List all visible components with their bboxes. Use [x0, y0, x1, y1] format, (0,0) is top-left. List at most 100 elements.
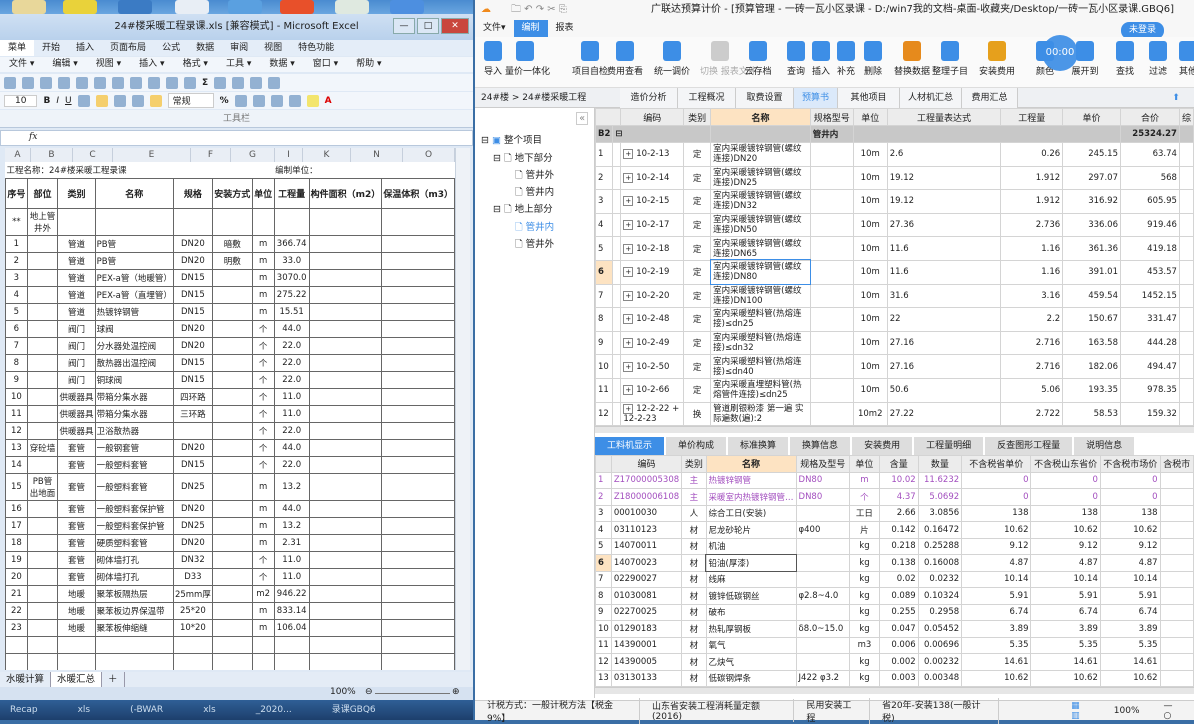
tree-item-whole-project[interactable]: ⊟ ▣ 整个项目	[481, 132, 542, 146]
header-cell[interactable]: 部位	[27, 178, 57, 208]
spec-cell[interactable]	[810, 260, 853, 284]
cell[interactable]: 3.89	[1031, 621, 1100, 638]
cell[interactable]	[309, 636, 382, 653]
cell[interactable]: 三环路	[173, 405, 212, 422]
unit-cell[interactable]: 10m	[853, 284, 887, 308]
tree-item-underground[interactable]: ⊟ 🗋 地下部分	[493, 150, 553, 167]
header-cell[interactable]: 合价	[1120, 109, 1179, 126]
cell[interactable]	[1160, 654, 1193, 671]
cell[interactable]: 材	[682, 522, 706, 539]
cell[interactable]: PB管	[95, 235, 173, 252]
cell[interactable]: 0.16472	[918, 522, 961, 539]
taskbar-item[interactable]: 录课GBQ6	[332, 700, 376, 720]
cell[interactable]: 14070023	[611, 555, 681, 572]
code-cell[interactable]: +10-2-13	[621, 143, 684, 167]
cell[interactable]	[274, 208, 309, 235]
cell[interactable]: 106.04	[274, 619, 309, 636]
type-cell[interactable]: 定	[684, 190, 711, 214]
cell[interactable]	[309, 568, 382, 585]
resource-row[interactable]: 1214390005材乙炔气kg0.0020.0023214.6114.6114…	[596, 654, 1194, 671]
type-cell[interactable]: 定	[684, 143, 711, 167]
type-cell[interactable]: 定	[684, 378, 711, 402]
name-cell[interactable]: 室内采暖塑料管(热熔连接)≤dn40	[711, 355, 811, 379]
cell[interactable]	[212, 636, 252, 653]
cell[interactable]	[382, 517, 455, 534]
header-cell[interactable]: 规格	[173, 178, 212, 208]
app-icon[interactable]	[280, 0, 314, 14]
cell[interactable]	[1160, 621, 1193, 638]
cell[interactable]	[1160, 505, 1193, 522]
cell[interactable]: 138	[1031, 505, 1100, 522]
align-left-icon[interactable]	[78, 95, 90, 107]
view-mode-icon[interactable]: ▦ ▥	[1059, 701, 1102, 721]
cell[interactable]	[309, 585, 382, 602]
cell[interactable]: 9.12	[1100, 538, 1160, 555]
cell[interactable]	[1160, 555, 1193, 572]
cell[interactable]: 0.002	[879, 654, 918, 671]
cell[interactable]: 11.0	[274, 405, 309, 422]
zoom-slider[interactable]	[375, 693, 450, 694]
cell[interactable]	[274, 653, 309, 670]
cell[interactable]: 946.22	[274, 585, 309, 602]
cell[interactable]	[796, 505, 849, 522]
compiler[interactable]: 编制单位：	[274, 162, 454, 178]
header-cell[interactable]: 工程量	[274, 178, 309, 208]
name-cell[interactable]: 室内采暖镀锌钢管(螺纹连接)DN25	[711, 166, 811, 190]
resource-row[interactable]: 614070023材铅油(厚漆)kg0.1380.160084.874.874.…	[596, 555, 1194, 572]
cell[interactable]: PB管出地面	[27, 473, 57, 500]
cell[interactable]	[309, 388, 382, 405]
name-cell[interactable]: 室内采暖镀锌钢管(螺纹连接)DN65	[711, 237, 811, 261]
cell[interactable]: 5.91	[1100, 588, 1160, 605]
cell[interactable]: 0	[1031, 489, 1100, 506]
toolbar-icon[interactable]	[22, 77, 34, 89]
cell[interactable]: 材	[682, 588, 706, 605]
tab[interactable]: 特色功能	[290, 40, 342, 56]
toolbar-icon[interactable]	[112, 77, 124, 89]
ribbon-button[interactable]: 统一调价	[652, 41, 692, 77]
ribbon-button[interactable]: 量价一体化	[505, 41, 545, 77]
cell[interactable]: PEX-a管（直埋管）	[95, 286, 173, 303]
cell[interactable]: 275.22	[274, 286, 309, 303]
cell[interactable]: 0	[1031, 472, 1100, 489]
resource-grid[interactable]: 编码类别名称规格及型号单位含量数量不含税省单价不含税山东省价不含税市场价含税市1…	[595, 455, 1194, 697]
cell[interactable]: 2.31	[274, 534, 309, 551]
cell[interactable]	[27, 235, 57, 252]
cell[interactable]	[212, 568, 252, 585]
cell[interactable]	[309, 269, 382, 286]
cell[interactable]: 地暖	[58, 619, 95, 636]
type-cell[interactable]: 定	[684, 213, 711, 237]
cell[interactable]	[382, 388, 455, 405]
type-cell[interactable]: 定	[684, 166, 711, 190]
fill-color-icon[interactable]	[307, 95, 319, 107]
cell[interactable]: kg	[849, 571, 879, 588]
quantity-cell[interactable]: 3.16	[1001, 284, 1063, 308]
cell[interactable]	[27, 303, 57, 320]
cell[interactable]	[382, 208, 455, 235]
cell[interactable]	[1160, 522, 1193, 539]
cell[interactable]: 17	[6, 517, 28, 534]
cell[interactable]: 材	[682, 571, 706, 588]
cell[interactable]: 7	[6, 337, 28, 354]
cell[interactable]	[27, 269, 57, 286]
maximize-icon[interactable]: □	[417, 18, 439, 34]
nav-tab[interactable]: 人材机汇总	[900, 88, 962, 108]
horizontal-scrollbar[interactable]	[595, 687, 1194, 694]
cell[interactable]	[309, 303, 382, 320]
cell[interactable]: 2.66	[879, 505, 918, 522]
cell[interactable]	[796, 637, 849, 654]
font-size-select[interactable]: 10	[4, 95, 37, 107]
cell[interactable]	[382, 602, 455, 619]
cell[interactable]: 尼龙砂轮片	[706, 522, 796, 539]
expression-cell[interactable]: 22	[887, 308, 1001, 332]
unit-cell[interactable]: 10m	[853, 355, 887, 379]
header-cell[interactable]: 保温体积（m3）	[382, 178, 455, 208]
cell[interactable]: 14.61	[1031, 654, 1100, 671]
column-header[interactable]: N	[351, 148, 403, 162]
cell[interactable]: 0.218	[879, 538, 918, 555]
detail-tab[interactable]: 标准换算	[728, 437, 788, 455]
cell[interactable]: 0.255	[879, 604, 918, 621]
name-cell[interactable]: 室内采暖镀锌钢管(螺纹连接)DN32	[711, 190, 811, 214]
cell[interactable]: 工日	[849, 505, 879, 522]
cell[interactable]: 11	[6, 405, 28, 422]
cell[interactable]: 13.2	[274, 517, 309, 534]
